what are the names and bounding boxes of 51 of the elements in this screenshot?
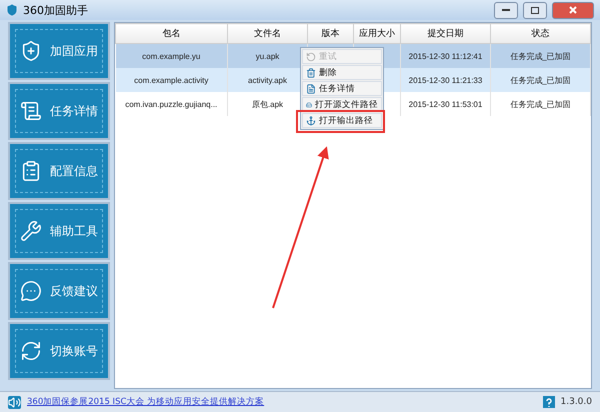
anchor-icon — [306, 116, 316, 126]
drive-icon — [306, 100, 312, 110]
column-header[interactable]: 包名 — [116, 24, 228, 44]
shield-plus-icon — [20, 40, 42, 62]
table-cell: activity.apk — [248, 76, 287, 84]
question-mark-icon — [546, 398, 552, 406]
sidebar-button[interactable]: 加固应用 — [8, 22, 110, 80]
table-cell: 任务完成_已加固 — [510, 100, 571, 108]
table-cell: 原包.apk — [252, 100, 284, 108]
close-icon — [569, 6, 577, 14]
chat-bubble-icon — [20, 280, 42, 302]
menu-item[interactable]: 任务详情 — [302, 81, 382, 96]
minimize-button[interactable] — [494, 2, 518, 18]
sidebar-button[interactable]: 任务详情 — [8, 82, 110, 140]
version-label: 1.3.0.0 — [560, 397, 592, 407]
table-cell: yu.apk — [256, 52, 280, 60]
table-cell: 任务完成_已加固 — [510, 76, 571, 84]
clipboard-icon — [20, 160, 42, 182]
column-header[interactable]: 状态 — [490, 24, 590, 44]
refresh-icon — [20, 340, 42, 362]
menu-item[interactable]: 打开输出路径 — [302, 113, 382, 128]
table-cell: com.example.yu — [142, 52, 200, 60]
table-cell: com.example.activity — [134, 76, 208, 84]
document-icon — [306, 84, 316, 94]
scroll-icon — [20, 100, 42, 122]
maximize-icon — [531, 6, 539, 14]
wrench-icon — [20, 220, 42, 242]
undo-icon — [306, 52, 316, 62]
table-cell: com.ivan.puzzle.gujianq... — [125, 100, 218, 108]
news-link[interactable]: 360加固保参展2015 ISC大会 为移动应用安全提供解决方案 — [27, 396, 536, 408]
maximize-button[interactable] — [523, 2, 547, 18]
minimize-icon — [502, 8, 510, 12]
sidebar-button[interactable]: 切换账号 — [8, 322, 110, 380]
sidebar-button[interactable]: 反馈建议 — [8, 262, 110, 320]
sidebar-button[interactable]: 配置信息 — [8, 142, 110, 200]
column-header[interactable]: 文件名 — [228, 24, 308, 44]
speaker-icon[interactable] — [8, 396, 21, 408]
table-cell: 2015-12-30 11:53:01 — [408, 100, 482, 108]
column-header[interactable]: 提交日期 — [400, 24, 490, 44]
menu-item[interactable]: 删除 — [302, 65, 382, 80]
column-header[interactable]: 版本 — [308, 24, 354, 44]
window-title: 360加固助手 — [23, 2, 89, 18]
table-cell: 2015-12-30 11:21:33 — [408, 76, 482, 84]
help-icon[interactable] — [542, 396, 554, 408]
trash-icon — [306, 68, 316, 78]
shield-icon — [6, 4, 18, 16]
close-button[interactable] — [552, 2, 594, 18]
table-cell: 任务完成_已加固 — [510, 52, 571, 60]
sidebar-button[interactable]: 辅助工具 — [8, 202, 110, 260]
column-header[interactable]: 应用大小 — [354, 24, 400, 44]
table-cell: 2015-12-30 11:12:41 — [408, 52, 482, 60]
